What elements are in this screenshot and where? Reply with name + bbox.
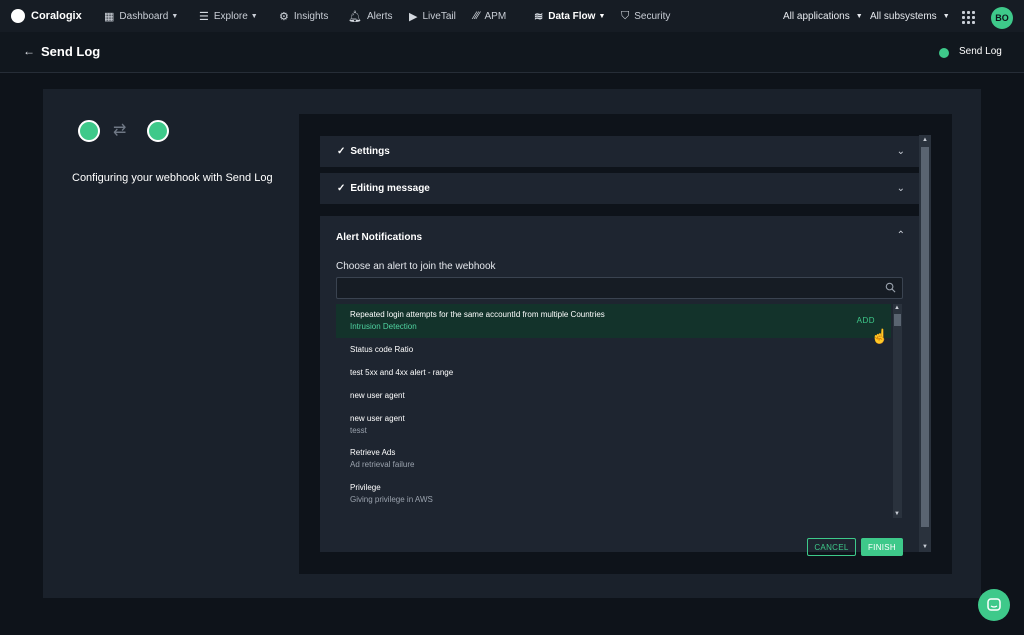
search-icon (885, 282, 896, 293)
nav-dashboard[interactable]: ▦ Dashboard ▼ (104, 0, 178, 32)
avatar[interactable]: BO (991, 7, 1013, 29)
editing-message-header[interactable]: ✓ Editing message (320, 173, 919, 204)
list-item[interactable]: test 5xx and 4xx alert - range (336, 361, 891, 384)
alert-title: Repeated login attempts for the same acc… (350, 310, 605, 319)
coralogix-logo-icon (11, 9, 25, 23)
chat-icon (987, 598, 1001, 611)
status-label: Send Log (959, 46, 1002, 57)
nav-insights-label: Insights (293, 10, 329, 22)
nav-livetail-label: LiveTail (422, 10, 456, 22)
config-description: Configuring your webhook with Send Log (72, 172, 273, 184)
applications-select[interactable]: All applications ▼ (783, 0, 863, 32)
chevron-down-icon[interactable]: ⌄ (897, 146, 905, 157)
brand[interactable]: Coralogix (11, 9, 97, 23)
alert-list: Repeated login attempts for the same acc… (336, 304, 891, 518)
list-item[interactable]: new user agent tesst (336, 407, 891, 439)
scroll-down-icon[interactable]: ▼ (894, 511, 900, 517)
settings-header[interactable]: ✓ Settings (320, 136, 919, 167)
play-icon: ▶ (409, 10, 418, 23)
chevron-down-icon: ▼ (942, 12, 950, 20)
scroll-up-icon[interactable]: ▲ (922, 137, 928, 143)
scroll-up-icon[interactable]: ▲ (894, 305, 900, 311)
page-title: Send Log (41, 44, 101, 59)
insights-icon: ⚙ (279, 10, 289, 23)
list-item[interactable]: Retrieve Ads Ad retrieval failure (336, 441, 891, 475)
back-arrow-icon[interactable]: ← (23, 44, 35, 58)
choose-alert-label: Choose an alert to join the webhook (336, 261, 496, 272)
nav-alerts-label: Alerts (366, 10, 393, 22)
brand-name: Coralogix (31, 10, 82, 22)
check-icon: ✓ (337, 183, 346, 194)
nav-explore[interactable]: ☰ Explore ▼ (199, 0, 258, 32)
nav-dataflow[interactable]: ≋ Data Flow ▼ (534, 0, 605, 32)
check-icon: ✓ (337, 146, 346, 157)
status-dot-icon (939, 48, 949, 58)
page-header: ← Send Log Send Log (0, 32, 1024, 73)
swap-arrows-icon: ⇄ (113, 122, 127, 139)
chevron-down-icon: ▼ (598, 12, 606, 20)
nav-security-label: Security (634, 10, 671, 22)
nav-apm[interactable]: ⁄⁄⁄ APM (474, 0, 506, 32)
alert-search-input[interactable] (336, 277, 903, 299)
panel-scrollbar[interactable]: ▲ ▼ (919, 135, 931, 552)
alert-title: Retrieve Ads (350, 448, 396, 457)
nav-alerts[interactable]: 🔔︎ Alerts (348, 0, 393, 32)
scrollbar-thumb[interactable] (894, 314, 901, 326)
alert-title: new user agent (350, 391, 405, 400)
top-nav: Coralogix ▦ Dashboard ▼ ☰ Explore ▼ ⚙ In… (0, 0, 1024, 32)
step-source-icon (78, 120, 100, 142)
chat-support-button[interactable] (978, 589, 1010, 621)
chevron-down-icon: ▼ (171, 12, 179, 20)
nav-dashboard-label: Dashboard (119, 10, 169, 22)
scrollbar-thumb[interactable] (921, 147, 929, 527)
finish-button[interactable]: FINISH (861, 538, 903, 556)
alert-title: new user agent (350, 414, 405, 423)
alert-title: Status code Ratio (350, 345, 414, 354)
nav-security[interactable]: ⛉ Security (621, 0, 670, 32)
nav-dataflow-label: Data Flow (548, 10, 596, 22)
editing-message-section[interactable]: ✓ Editing message ⌄ (320, 173, 919, 204)
dashboard-icon: ▦ (104, 10, 115, 23)
alert-notifications-title[interactable]: Alert Notifications (336, 232, 422, 243)
editing-message-label: Editing message (350, 183, 430, 194)
shield-icon: ⛉ (621, 9, 630, 22)
list-item[interactable]: Privilege Giving privilege in AWS (336, 476, 891, 510)
applications-label: All applications (783, 10, 850, 22)
chevron-down-icon[interactable]: ⌄ (897, 183, 905, 194)
alert-subtitle: Ad retrieval failure (350, 460, 415, 469)
alert-subtitle: Giving privilege in AWS (350, 495, 433, 504)
nav-insights[interactable]: ⚙ Insights (279, 0, 328, 32)
subsystems-select[interactable]: All subsystems ▼ (870, 0, 950, 32)
list-item[interactable]: Repeated login attempts for the same acc… (336, 304, 891, 344)
chevron-up-icon[interactable]: ⌃ (897, 230, 905, 241)
settings-label: Settings (350, 146, 390, 157)
nav-apm-label: APM (484, 10, 507, 22)
chevron-down-icon: ▼ (250, 12, 258, 20)
subsystems-label: All subsystems (870, 10, 937, 22)
add-alert-button[interactable]: ADD (857, 316, 875, 325)
step-target-icon (147, 120, 169, 142)
dataflow-icon: ≋ (534, 10, 544, 23)
alert-subtitle: Intrusion Detection (350, 322, 417, 331)
explore-icon: ☰ (199, 10, 209, 23)
alert-notifications-section: Alert Notifications ⌃ Choose an alert to… (320, 216, 919, 556)
cancel-button[interactable]: CANCEL (807, 538, 856, 556)
nav-livetail[interactable]: ▶ LiveTail (409, 0, 456, 32)
chevron-down-icon: ▼ (855, 12, 863, 20)
alert-list-scrollbar[interactable]: ▲ ▼ (893, 304, 902, 518)
nav-explore-label: Explore (213, 10, 248, 22)
bell-icon: 🔔︎ (348, 10, 362, 23)
alert-subtitle: tesst (350, 426, 367, 435)
settings-section[interactable]: ✓ Settings ⌄ (320, 136, 919, 167)
alert-title: Privilege (350, 483, 381, 492)
apm-icon: ⁄⁄⁄ (474, 10, 480, 22)
list-item[interactable]: new user agent (336, 384, 891, 407)
list-item[interactable]: Status code Ratio (336, 338, 891, 361)
alert-title: test 5xx and 4xx alert - range (350, 368, 454, 377)
apps-grid-icon[interactable] (962, 11, 975, 24)
scroll-down-icon[interactable]: ▼ (922, 544, 928, 550)
